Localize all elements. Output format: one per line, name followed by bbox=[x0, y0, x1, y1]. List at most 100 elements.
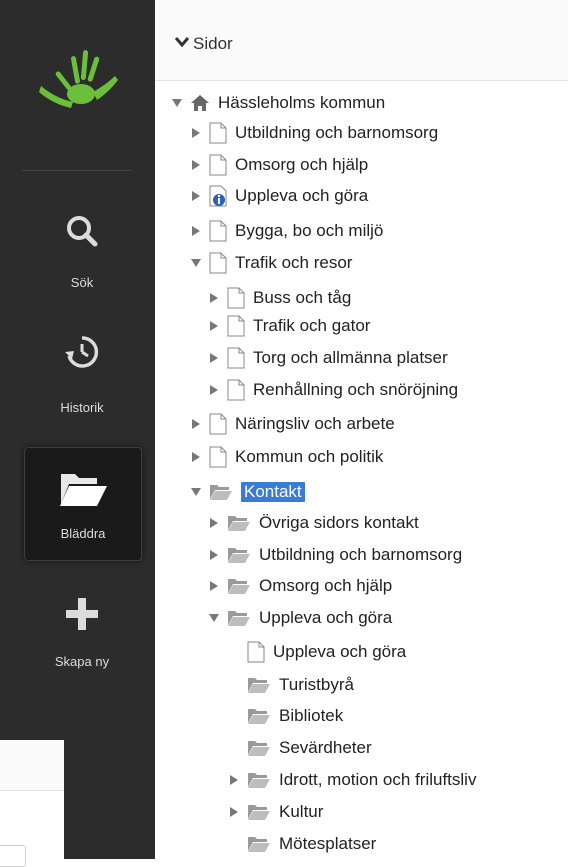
folder-open-icon bbox=[247, 676, 271, 694]
tree-item-label[interactable]: Trafik och resor bbox=[235, 253, 352, 273]
tree-row[interactable]: Utbildning och barnomsorg bbox=[189, 118, 438, 148]
tree-row[interactable]: Trafik och gator bbox=[207, 311, 370, 341]
tree-item-label[interactable]: Uppleva och göra bbox=[235, 186, 368, 206]
tree-item-label[interactable]: Kontakt bbox=[241, 482, 305, 502]
collapsed-arrow-icon[interactable] bbox=[189, 159, 203, 171]
tree-item-label[interactable]: Renhållning och snöröjning bbox=[253, 380, 458, 400]
tree-row[interactable]: Kultur bbox=[227, 797, 323, 827]
page-icon bbox=[227, 287, 245, 309]
tree-row[interactable]: Renhållning och snöröjning bbox=[207, 375, 458, 405]
tree-row[interactable]: Uppleva och göra bbox=[189, 181, 368, 211]
tree-row[interactable]: Torg och allmänna platser bbox=[207, 343, 448, 373]
tree-row[interactable]: Kommun och politik bbox=[189, 442, 383, 472]
tree-item-label[interactable]: Bibliotek bbox=[279, 706, 343, 726]
nav-history[interactable]: Historik bbox=[24, 328, 140, 438]
collapsed-arrow-icon[interactable] bbox=[227, 806, 241, 818]
folder-open-icon bbox=[247, 835, 271, 853]
expanded-arrow-icon[interactable] bbox=[170, 98, 184, 108]
collapsed-arrow-icon[interactable] bbox=[189, 190, 203, 202]
page-icon bbox=[209, 446, 227, 468]
folder-open-icon bbox=[247, 771, 271, 789]
nav-browse[interactable]: Bläddra bbox=[24, 447, 142, 561]
collapsed-arrow-icon[interactable] bbox=[207, 352, 221, 364]
page-icon bbox=[227, 315, 245, 337]
tree-row[interactable]: Kontakt bbox=[189, 477, 305, 507]
folder-open-icon bbox=[247, 707, 271, 725]
tree-item-label[interactable]: Uppleva och göra bbox=[273, 642, 406, 662]
home-icon bbox=[190, 94, 210, 112]
folder-open-icon bbox=[209, 483, 233, 501]
tree-item-label[interactable]: Bygga, bo och miljö bbox=[235, 221, 383, 241]
hand-logo[interactable] bbox=[35, 36, 125, 126]
nav-create[interactable]: Skapa ny bbox=[24, 588, 140, 698]
tree-row[interactable]: Hässleholms kommun bbox=[170, 88, 385, 118]
tree-item-label[interactable]: Utbildning och barnomsorg bbox=[235, 123, 438, 143]
tree-row[interactable]: Övriga sidors kontakt bbox=[207, 508, 419, 538]
tree-item-label[interactable]: Hässleholms kommun bbox=[218, 93, 385, 113]
sidebar-background-lower bbox=[64, 740, 155, 859]
nav-create-label: Skapa ny bbox=[54, 654, 110, 669]
expanded-arrow-icon[interactable] bbox=[189, 258, 203, 268]
folder-open-icon bbox=[247, 739, 271, 757]
tree-item-label[interactable]: Näringsliv och arbete bbox=[235, 414, 395, 434]
page-icon bbox=[209, 122, 227, 144]
page-icon bbox=[209, 154, 227, 176]
tree-row[interactable]: Bygga, bo och miljö bbox=[189, 216, 383, 246]
tree-item-label[interactable]: Idrott, motion och friluftsliv bbox=[279, 770, 476, 790]
tree-item-label[interactable]: Buss och tåg bbox=[253, 288, 351, 308]
tree-item-label[interactable]: Övriga sidors kontakt bbox=[259, 513, 419, 533]
page-icon bbox=[209, 220, 227, 242]
nav-search[interactable]: Sök bbox=[24, 205, 140, 315]
tree-item-label[interactable]: Omsorg och hjälp bbox=[235, 155, 368, 175]
tree-item-label[interactable]: Utbildning och barnomsorg bbox=[259, 545, 462, 565]
page-icon bbox=[209, 252, 227, 274]
page-icon bbox=[227, 379, 245, 401]
tree-row[interactable]: Bibliotek bbox=[247, 701, 343, 731]
collapsed-arrow-icon[interactable] bbox=[207, 292, 221, 304]
tree-row[interactable]: Sevärdheter bbox=[247, 733, 372, 763]
collapsed-arrow-icon[interactable] bbox=[207, 320, 221, 332]
tree-item-label[interactable]: Kultur bbox=[279, 802, 323, 822]
collapsed-arrow-icon[interactable] bbox=[189, 127, 203, 139]
page-info-icon bbox=[209, 185, 227, 207]
tree-item-label[interactable]: Mötesplatser bbox=[279, 834, 376, 854]
tree-row[interactable]: Omsorg och hjälp bbox=[207, 571, 392, 601]
tree-item-label[interactable]: Sevärdheter bbox=[279, 738, 372, 758]
tree-item-label[interactable]: Kommun och politik bbox=[235, 447, 383, 467]
tree-row[interactable]: Trafik och resor bbox=[189, 248, 352, 278]
tree-row[interactable]: Buss och tåg bbox=[207, 283, 351, 313]
page-icon bbox=[227, 347, 245, 369]
chevron-down-icon[interactable] bbox=[175, 36, 189, 48]
tree-item-label[interactable]: Omsorg och hjälp bbox=[259, 576, 392, 596]
tree-row[interactable]: Idrott, motion och friluftsliv bbox=[227, 765, 476, 795]
background-dialog-field bbox=[0, 845, 26, 867]
collapsed-arrow-icon[interactable] bbox=[189, 225, 203, 237]
collapsed-arrow-icon[interactable] bbox=[207, 517, 221, 529]
tree-item-label[interactable]: Turistbyrå bbox=[279, 675, 354, 695]
collapsed-arrow-icon[interactable] bbox=[227, 774, 241, 786]
collapsed-arrow-icon[interactable] bbox=[189, 418, 203, 430]
tree-row[interactable]: Turistbyrå bbox=[247, 670, 354, 700]
collapsed-arrow-icon[interactable] bbox=[207, 580, 221, 592]
folder-open-icon bbox=[227, 577, 251, 595]
tree-row[interactable]: Uppleva och göra bbox=[247, 637, 406, 667]
tree-row[interactable]: Näringsliv och arbete bbox=[189, 409, 395, 439]
background-dialog-header bbox=[0, 740, 64, 791]
collapsed-arrow-icon[interactable] bbox=[207, 384, 221, 396]
folder-open-icon bbox=[227, 546, 251, 564]
tree-row[interactable]: Mötesplatser bbox=[247, 829, 376, 859]
plus-icon bbox=[66, 598, 98, 630]
tree-row[interactable]: Utbildning och barnomsorg bbox=[207, 540, 462, 570]
tree-item-label[interactable]: Torg och allmänna platser bbox=[253, 348, 448, 368]
collapsed-arrow-icon[interactable] bbox=[189, 451, 203, 463]
expanded-arrow-icon[interactable] bbox=[189, 487, 203, 497]
panel-title: Sidor bbox=[193, 34, 233, 53]
tree-row[interactable]: Omsorg och hjälp bbox=[189, 150, 368, 180]
panel-header: Sidor bbox=[155, 0, 568, 81]
expanded-arrow-icon[interactable] bbox=[207, 613, 221, 623]
tree-item-label[interactable]: Trafik och gator bbox=[253, 316, 370, 336]
tree-item-label[interactable]: Uppleva och göra bbox=[259, 608, 392, 628]
tree-row[interactable]: Uppleva och göra bbox=[207, 603, 392, 633]
history-icon bbox=[65, 336, 99, 368]
collapsed-arrow-icon[interactable] bbox=[207, 549, 221, 561]
